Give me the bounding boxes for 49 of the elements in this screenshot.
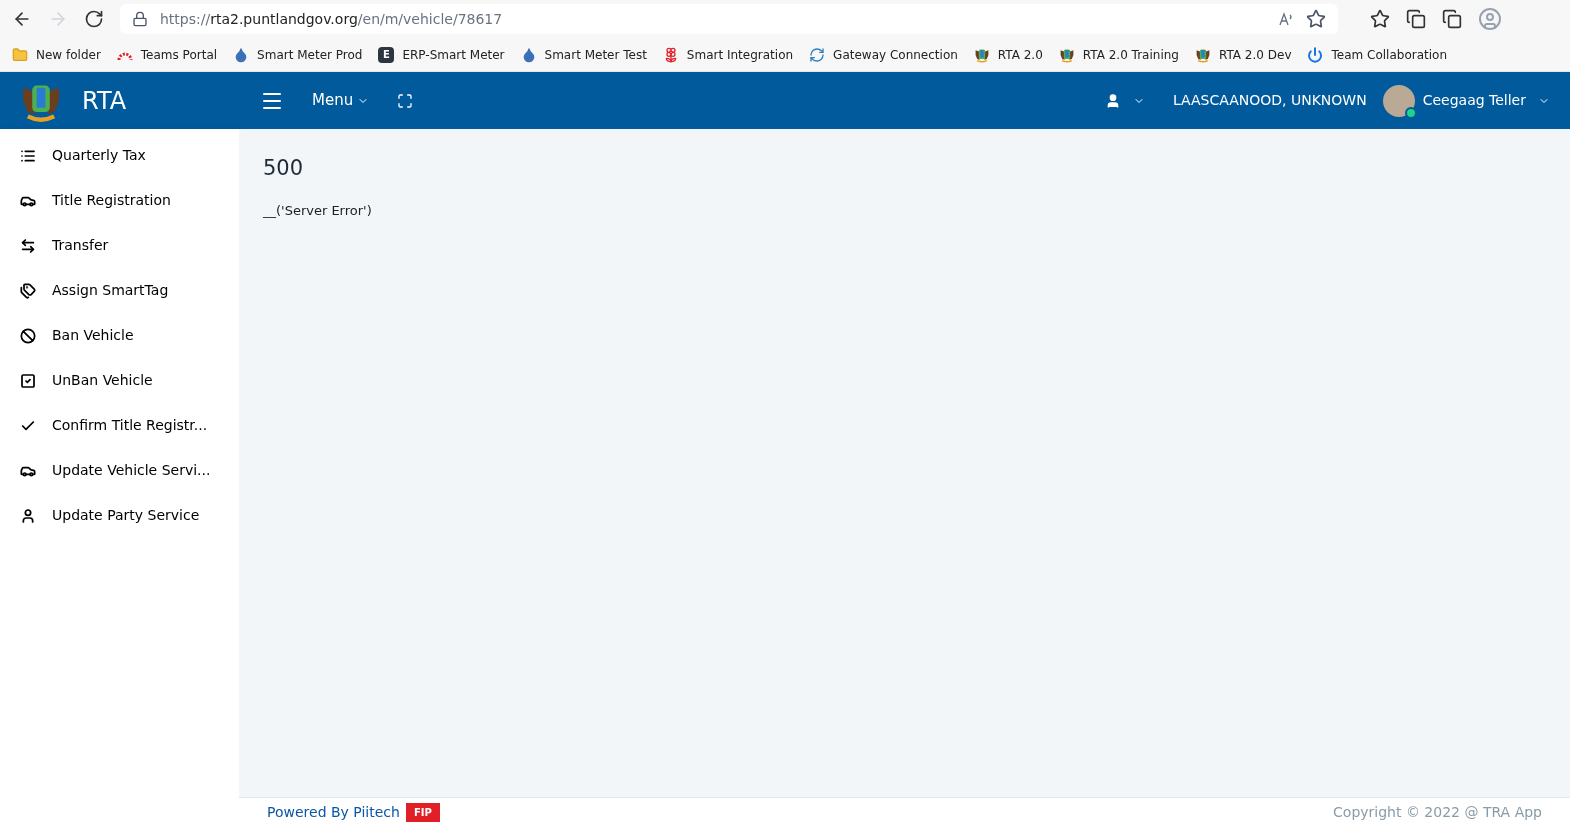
exchange-icon xyxy=(20,237,36,254)
favorites-icon[interactable] xyxy=(1370,9,1390,29)
bookmark-item[interactable]: Gateway Connection xyxy=(809,45,958,64)
bookmark-item[interactable]: Smart Meter Test xyxy=(520,45,647,64)
copyright-text: Copyright © 2022 @ TRA App xyxy=(1333,802,1542,822)
bookmark-item[interactable]: RTA 2.0 xyxy=(973,45,1043,64)
bookmark-item[interactable]: Smart Meter Prod xyxy=(233,45,363,64)
sidebar-item[interactable]: Transfer xyxy=(0,223,239,268)
powered-by-text: Powered By Piitech xyxy=(267,802,400,822)
sidebar-item[interactable]: Quarterly Tax xyxy=(0,133,239,178)
checkbox-icon xyxy=(20,372,36,389)
menu-dropdown[interactable]: Menu xyxy=(312,89,370,112)
sidebar-item[interactable]: UnBan Vehicle xyxy=(0,358,239,403)
error-code: 500 xyxy=(263,155,305,182)
bookmark-item[interactable]: E ERP-Smart Meter xyxy=(378,45,505,64)
user-icon xyxy=(20,507,36,524)
sidebar-item[interactable]: Update Vehicle Servi... xyxy=(0,448,239,493)
bookmark-item[interactable]: RTA 2.0 Training xyxy=(1058,45,1179,64)
brand-name: RTA xyxy=(82,85,127,117)
location-text: LAASCAANOOD, UNKNOWN xyxy=(1172,91,1367,110)
sidebar-item[interactable]: Confirm Title Registr... xyxy=(0,403,239,448)
list-icon xyxy=(20,147,36,164)
address-bar[interactable]: https://rta2.puntlandgov.org/en/m/vehicle/78617 xyxy=(120,4,1338,34)
reload-icon[interactable] xyxy=(84,9,104,29)
emblem-icon xyxy=(1194,46,1211,63)
company-logo: FIP xyxy=(405,802,440,822)
fullscreen-icon[interactable] xyxy=(397,92,414,109)
bookmark-item[interactable]: Smart Integration xyxy=(662,45,794,64)
bookmark-item[interactable]: New folder xyxy=(12,45,101,64)
tags-icon xyxy=(20,282,36,299)
favorite-add-icon[interactable] xyxy=(1306,9,1326,29)
emblem-icon xyxy=(973,46,990,63)
bookmark-item[interactable]: Teams Portal xyxy=(116,45,218,64)
sidebar-item[interactable]: Assign SmartTag xyxy=(0,268,239,313)
sidebar-item[interactable]: Ban Vehicle xyxy=(0,313,239,358)
letter-icon: E xyxy=(378,46,395,63)
read-aloud-icon[interactable] xyxy=(1278,11,1294,27)
emblem-icon xyxy=(1058,46,1075,63)
bookmark-item[interactable]: Team Collaboration xyxy=(1307,45,1447,64)
ban-icon xyxy=(20,327,36,344)
folder-icon xyxy=(12,46,28,63)
sidebar-item[interactable]: Update Party Service xyxy=(0,493,239,538)
sidebar-item[interactable]: Title Registration xyxy=(0,178,239,223)
url-text: https://rta2.puntlandgov.org/en/m/vehicle/78617 xyxy=(160,9,504,29)
lock-icon xyxy=(132,11,148,27)
error-message: __('Server Error') xyxy=(263,201,373,220)
account-dropdown[interactable]: Ceegaag Teller xyxy=(1422,90,1550,111)
bookmark-item[interactable]: RTA 2.0 Dev xyxy=(1194,45,1292,64)
power-icon xyxy=(1307,46,1324,63)
